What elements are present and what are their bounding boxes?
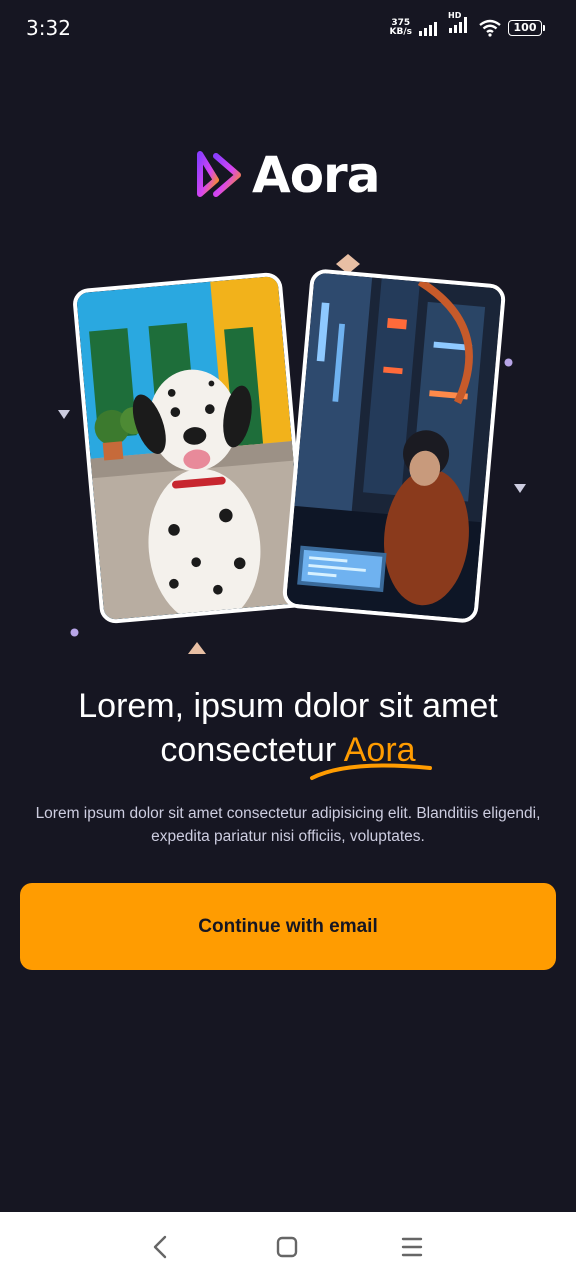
aora-logo-icon: [197, 151, 241, 197]
square-home-icon: [276, 1236, 298, 1258]
triangle-decoration: [188, 642, 206, 654]
home-button[interactable]: [272, 1232, 302, 1262]
dog-photo-card: [71, 271, 311, 625]
cyberpunk-hacker-photo: [285, 272, 503, 620]
back-button[interactable]: [146, 1232, 176, 1262]
dalmatian-dog-photo: [76, 275, 306, 621]
brand-name: Aora: [252, 146, 380, 204]
hero-illustration: [40, 250, 540, 660]
signal-hd-icon: HD: [448, 11, 472, 38]
headline: Lorem, ipsum dolor sit amet consectetur …: [0, 684, 576, 772]
signal-icon: [419, 21, 437, 36]
app-logo: Aora: [194, 146, 380, 204]
status-time: 3:32: [26, 16, 71, 40]
battery-icon: 100: [508, 19, 545, 36]
system-nav-bar: [0, 1212, 576, 1280]
dot-decoration: [70, 628, 79, 637]
network-speed: 375 KB/s: [389, 17, 412, 37]
headline-line-1: Lorem, ipsum dolor sit amet: [78, 687, 498, 725]
accent-underline-decoration: [310, 763, 432, 780]
description-text: Lorem ipsum dolor sit amet consectetur a…: [35, 805, 541, 845]
triangle-decoration: [58, 410, 70, 419]
chevron-left-icon: [153, 1235, 167, 1259]
hacker-photo-card: [281, 268, 507, 624]
headline-line-2: consectetur Aora: [160, 731, 416, 769]
status-bar: 3:32 375 KB/s HD 100: [0, 0, 576, 56]
recents-button[interactable]: [397, 1232, 427, 1262]
status-icons: 375 KB/s HD 100: [389, 11, 545, 38]
triangle-decoration: [514, 484, 526, 493]
continue-with-email-button[interactable]: Continue with email: [20, 883, 556, 970]
hamburger-menu-icon: [401, 1237, 423, 1257]
dot-decoration: [504, 358, 513, 367]
wifi-icon: [479, 19, 501, 37]
